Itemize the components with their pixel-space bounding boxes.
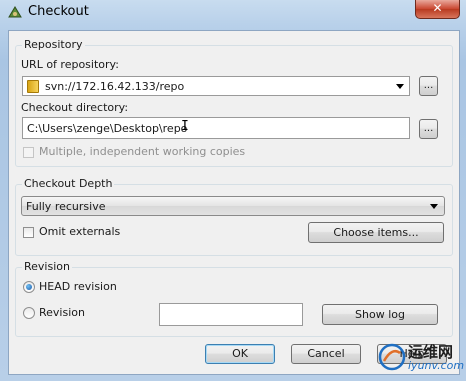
multiple-working-copies-label: Multiple, independent working copies xyxy=(39,145,246,158)
head-revision-label: HEAD revision xyxy=(39,280,117,293)
depth-value: Fully recursive xyxy=(26,200,106,213)
checkout-depth-group-title: Checkout Depth xyxy=(22,177,115,190)
omit-externals-checkbox[interactable] xyxy=(23,227,34,238)
dir-browse-button[interactable]: ... xyxy=(419,119,438,139)
tortoisesvn-icon xyxy=(8,6,22,18)
cancel-button[interactable]: Cancel xyxy=(291,344,361,364)
title-bar[interactable]: Checkout ✕ xyxy=(0,0,466,24)
checkout-dir-label: Checkout directory: xyxy=(21,101,129,114)
revision-radio[interactable] xyxy=(23,307,35,319)
chevron-down-icon[interactable] xyxy=(396,84,404,89)
checkout-depth-group: Checkout Depth Fully recursive Omit exte… xyxy=(15,177,453,256)
watermark-logo-icon xyxy=(378,343,406,371)
folder-icon xyxy=(27,80,39,93)
omit-externals-label: Omit externals xyxy=(39,225,121,238)
watermark-sub: iyunv.com xyxy=(408,359,465,372)
url-label: URL of repository: xyxy=(21,58,119,71)
window-title: Checkout xyxy=(28,4,89,19)
checkout-window: Checkout ✕ Repository URL of repository:… xyxy=(0,0,466,381)
head-revision-radio[interactable] xyxy=(23,281,35,293)
url-combobox[interactable]: svn://172.16.42.133/repo xyxy=(22,76,410,96)
url-browse-button[interactable]: ... xyxy=(419,76,438,96)
checkout-dir-value: C:\Users\zenge\Desktop\repo xyxy=(27,122,188,135)
chevron-down-icon[interactable] xyxy=(430,204,438,209)
revision-group-title: Revision xyxy=(22,260,72,273)
close-button[interactable]: ✕ xyxy=(415,0,460,19)
repository-group-title: Repository xyxy=(22,38,85,51)
depth-select[interactable]: Fully recursive xyxy=(21,196,445,216)
show-log-button[interactable]: Show log xyxy=(322,304,438,325)
url-value: svn://172.16.42.133/repo xyxy=(45,80,185,93)
repository-group: Repository URL of repository: svn://172.… xyxy=(15,38,453,167)
checkout-dir-input[interactable]: C:\Users\zenge\Desktop\repo I xyxy=(22,117,410,139)
revision-group: Revision HEAD revision Revision Show log xyxy=(15,260,453,337)
dialog-client: Repository URL of repository: svn://172.… xyxy=(8,30,460,375)
choose-items-button[interactable]: Choose items... xyxy=(308,222,444,243)
ok-button[interactable]: OK xyxy=(205,344,275,364)
radio-selected-dot xyxy=(26,284,32,290)
text-cursor-icon: I xyxy=(181,119,189,134)
multiple-working-copies-checkbox[interactable] xyxy=(23,147,34,158)
watermark: 运维网 iyunv.com xyxy=(378,339,465,379)
revision-label: Revision xyxy=(39,306,85,319)
revision-input[interactable] xyxy=(159,303,303,326)
